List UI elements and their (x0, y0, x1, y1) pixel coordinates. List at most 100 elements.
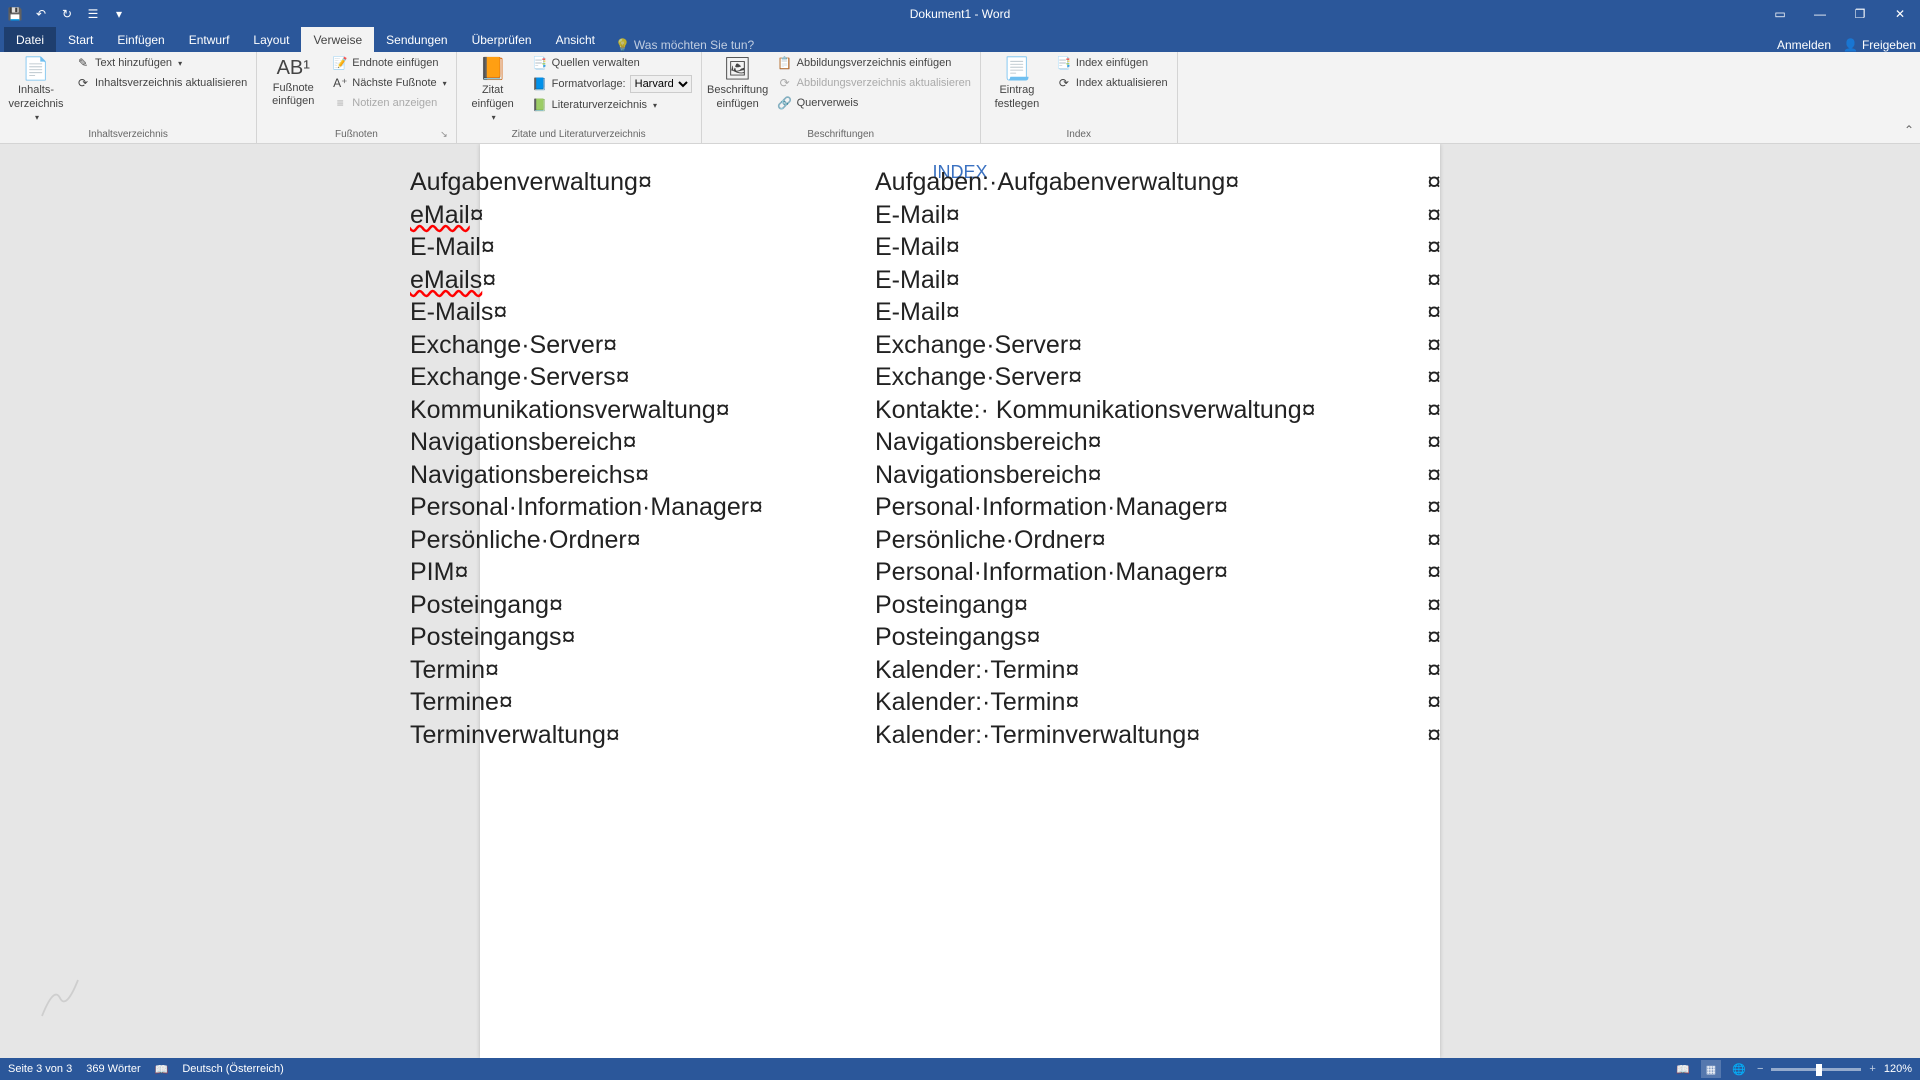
manage-sources-icon: 📑 (532, 55, 548, 71)
save-button[interactable]: 💾 (4, 3, 26, 25)
show-notes-button: ≡Notizen anzeigen (329, 94, 449, 112)
table-row: Aufgabenverwaltung¤Aufgaben:·Aufgabenver… (400, 166, 1460, 199)
citation-icon: 📙 (479, 56, 506, 82)
show-notes-icon: ≡ (332, 95, 348, 111)
qat-customize-button[interactable]: ▾ (108, 3, 130, 25)
table-row: Exchange·Servers¤Exchange·Server¤¤ (400, 361, 1460, 394)
update-toc-button[interactable]: ⟳Inhaltsverzeichnis aktualisieren (72, 74, 250, 92)
close-icon: ✕ (1895, 7, 1905, 21)
insert-footnote-button[interactable]: AB¹ Fußnote einfügen (263, 54, 323, 110)
page-number[interactable]: Seite 3 von 3 (8, 1063, 72, 1075)
page[interactable]: INDEX Aufgabenverwaltung¤Aufgaben:·Aufga… (480, 144, 1440, 1058)
zoom-in-button[interactable]: + (1869, 1063, 1875, 1075)
tab-start[interactable]: Start (56, 27, 105, 52)
document-area[interactable]: INDEX Aufgabenverwaltung¤Aufgaben:·Aufga… (0, 144, 1920, 1058)
watermark-icon (30, 968, 90, 1028)
table-row: E-Mail¤E-Mail¤¤ (400, 231, 1460, 264)
chevron-down-icon: ▾ (116, 7, 122, 21)
insert-figures-button[interactable]: 📋Abbildungsverzeichnis einfügen (774, 54, 974, 72)
refresh-icon: ⟳ (1056, 75, 1072, 91)
tab-verweise[interactable]: Verweise (301, 27, 374, 52)
tab-sendungen[interactable]: Sendungen (374, 27, 459, 52)
read-mode-button[interactable]: 📖 (1673, 1060, 1693, 1078)
redo-icon: ↻ (62, 7, 72, 21)
touch-mode-button[interactable]: ☰ (82, 3, 104, 25)
refresh-icon: ⟳ (777, 75, 793, 91)
toc-icon: 📄 (22, 56, 49, 82)
tab-einfügen[interactable]: Einfügen (105, 27, 176, 52)
group-label-captions: Beschriftungen (708, 129, 974, 142)
bibliography-button[interactable]: 📗Literaturverzeichnis▾ (529, 96, 695, 114)
table-row: Posteingangs¤Posteingangs¤¤ (400, 621, 1460, 654)
tab-ansicht[interactable]: Ansicht (544, 27, 607, 52)
maximize-button[interactable]: ❐ (1840, 0, 1880, 27)
footnotes-launcher[interactable]: ↘ (440, 129, 448, 140)
table-row: E-Mails¤E-Mail¤¤ (400, 296, 1460, 329)
tell-me-search[interactable]: 💡 Was möchten Sie tun? (607, 38, 754, 52)
zoom-out-button[interactable]: − (1757, 1063, 1763, 1075)
toc-button[interactable]: 📄 Inhalts- verzeichnis ▾ (6, 54, 66, 124)
ribbon-display-options[interactable]: ▭ (1760, 0, 1800, 27)
manage-sources-button[interactable]: 📑Quellen verwalten (529, 54, 695, 72)
tab-entwurf[interactable]: Entwurf (177, 27, 242, 52)
footnote-icon: AB¹ (277, 56, 310, 80)
language[interactable]: Deutsch (Österreich) (182, 1063, 283, 1075)
statusbar: Seite 3 von 3 369 Wörter 📖 Deutsch (Öste… (0, 1058, 1920, 1080)
web-layout-button[interactable]: 🌐 (1729, 1060, 1749, 1078)
table-row: Persönliche·Ordner¤Persönliche·Ordner¤¤ (400, 524, 1460, 557)
caption-icon: 🖼 (724, 56, 752, 82)
share-button[interactable]: 👤Freigeben (1843, 38, 1916, 52)
table-row: PIM¤Personal·Information·Manager¤¤ (400, 556, 1460, 589)
insert-index-button[interactable]: 📑Index einfügen (1053, 54, 1171, 72)
insert-caption-button[interactable]: 🖼 Beschriftung einfügen (708, 54, 768, 113)
table-row: eMail¤E-Mail¤¤ (400, 199, 1460, 232)
zoom-level[interactable]: 120% (1884, 1063, 1912, 1075)
mark-entry-button[interactable]: 📃 Eintrag festlegen (987, 54, 1047, 113)
table-row: Personal·Information·Manager¤Personal·In… (400, 491, 1460, 524)
zoom-slider[interactable] (1771, 1068, 1861, 1071)
save-icon: 💾 (8, 7, 23, 21)
word-count[interactable]: 369 Wörter (86, 1063, 140, 1075)
group-footnotes: AB¹ Fußnote einfügen 📝Endnote einfügen A… (257, 52, 456, 144)
titlebar: 💾 ↶ ↻ ☰ ▾ Dokument1 - Word ▭ — ❐ ✕ (0, 0, 1920, 27)
undo-button[interactable]: ↶ (30, 3, 52, 25)
table-row: Navigationsbereich¤Navigationsbereich¤¤ (400, 426, 1460, 459)
ribbon-tabs: Datei StartEinfügenEntwurfLayoutVerweise… (0, 27, 1920, 52)
update-index-button[interactable]: ⟳Index aktualisieren (1053, 74, 1171, 92)
print-layout-button[interactable]: ▦ (1701, 1060, 1721, 1078)
endnote-icon: 📝 (332, 55, 348, 71)
table-row: Kommunikationsverwaltung¤Kontakte:· Komm… (400, 394, 1460, 427)
next-footnote-button[interactable]: A⁺Nächste Fußnote▾ (329, 74, 449, 92)
insert-citation-button[interactable]: 📙 Zitat einfügen ▾ (463, 54, 523, 124)
citation-style-select[interactable]: Harvard (630, 75, 692, 93)
chevron-down-icon: ▾ (35, 113, 39, 123)
table-row: Navigationsbereichs¤Navigationsbereich¤¤ (400, 459, 1460, 492)
tab-überprüfen[interactable]: Überprüfen (460, 27, 544, 52)
group-captions: 🖼 Beschriftung einfügen 📋Abbildungsverze… (702, 52, 981, 144)
maximize-icon: ❐ (1855, 7, 1866, 21)
group-index: 📃 Eintrag festlegen 📑Index einfügen ⟳Ind… (981, 52, 1178, 144)
close-button[interactable]: ✕ (1880, 0, 1920, 27)
signin-link[interactable]: Anmelden (1777, 38, 1831, 52)
group-toc: 📄 Inhalts- verzeichnis ▾ ✎Text hinzufüge… (0, 52, 257, 144)
tab-layout[interactable]: Layout (241, 27, 301, 52)
refresh-icon: ⟳ (75, 75, 91, 91)
redo-button[interactable]: ↻ (56, 3, 78, 25)
touch-icon: ☰ (88, 7, 99, 21)
undo-icon: ↶ (36, 7, 46, 21)
share-icon: 👤 (1843, 38, 1858, 52)
table-row: eMails¤E-Mail¤¤ (400, 264, 1460, 297)
table-row: Exchange·Server¤Exchange·Server¤¤ (400, 329, 1460, 362)
add-text-button[interactable]: ✎Text hinzufügen▾ (72, 54, 250, 72)
spellcheck-icon[interactable]: 📖 (155, 1063, 169, 1076)
collapse-ribbon-button[interactable]: ⌃ (1904, 123, 1914, 137)
search-placeholder: Was möchten Sie tun? (634, 38, 754, 52)
insert-endnote-button[interactable]: 📝Endnote einfügen (329, 54, 449, 72)
tab-file[interactable]: Datei (4, 27, 56, 52)
crossref-icon: 🔗 (777, 95, 793, 111)
chevron-down-icon: ▾ (492, 113, 496, 123)
crossref-button[interactable]: 🔗Querverweis (774, 94, 974, 112)
minimize-button[interactable]: — (1800, 0, 1840, 27)
citation-style-row: 📘Formatvorlage: Harvard (529, 74, 695, 94)
table-row: Termine¤Kalender:·Termin¤¤ (400, 686, 1460, 719)
